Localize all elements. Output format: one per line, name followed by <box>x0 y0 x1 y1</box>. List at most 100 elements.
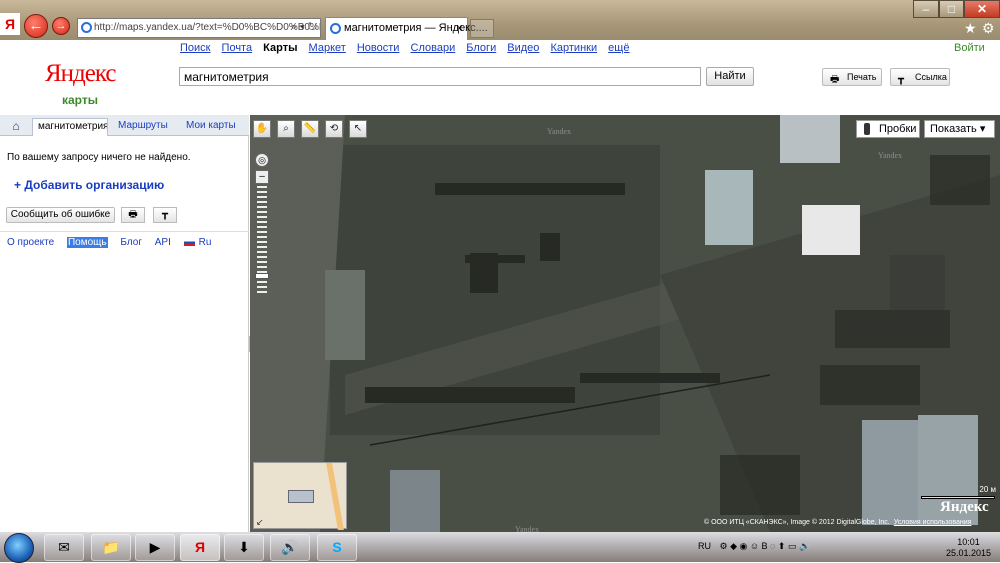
favorites-star-icon[interactable]: ★ <box>964 20 977 37</box>
report-error-button[interactable]: Сообщить об ошибке <box>6 207 115 223</box>
explorer-folder-icon[interactable]: 📁 <box>91 534 131 561</box>
divider <box>0 231 249 232</box>
help-link[interactable]: Помощь <box>66 237 108 248</box>
traffic-button[interactable]: Пробки <box>856 120 920 138</box>
find-button[interactable]: Найти <box>706 67 754 86</box>
address-controls[interactable]: ⌕ ▾ ↻ <box>291 21 317 34</box>
scale-bar: 20 м <box>921 485 996 499</box>
hand-icon[interactable]: ✋ <box>253 120 271 138</box>
route-icon[interactable]: ⟲ <box>325 120 343 138</box>
print-button[interactable]: 🖶 Печать <box>822 68 882 86</box>
logo-subtitle[interactable]: карты <box>62 93 98 107</box>
ruler-icon[interactable]: 📏 <box>301 120 319 138</box>
nav-market[interactable]: Маркет <box>309 42 346 54</box>
zoom-out-button[interactable]: – <box>255 170 269 184</box>
nav-images[interactable]: Картинки <box>550 42 597 54</box>
minimize-button[interactable]: – <box>913 0 939 18</box>
windows-taskbar: ✉ 📁 ▶ Я ⬇ 🔊 S RU ⚙ ◆ ◉ ☺ B ◌ ⬆ ▭ 🔊 10:01… <box>0 532 1000 563</box>
nav-mail[interactable]: Почта <box>222 42 253 54</box>
address-text: http://maps.yandex.ua/?text=%D0%BC%D0%B0… <box>94 22 320 33</box>
zoom-slider[interactable] <box>257 186 267 296</box>
api-link[interactable]: API <box>155 237 171 248</box>
link-label: Ссылка <box>915 72 947 82</box>
yandex-browser-icon: Я <box>0 13 20 35</box>
nav-blogs[interactable]: Блоги <box>466 42 496 54</box>
about-link[interactable]: О проекте <box>7 237 54 248</box>
ie-icon <box>81 22 92 33</box>
start-button[interactable] <box>4 533 34 563</box>
traffic-light-icon <box>864 123 870 135</box>
tab-title: магнитометрия — Яндекс.... <box>344 22 488 34</box>
link-icon: ┳ <box>898 74 905 85</box>
sidebar: ⌂ магнитометрия Маршруты Мои карты По ва… <box>0 115 249 532</box>
yandex-logo[interactable]: Яндекс <box>45 60 116 88</box>
browser-titlebar: Я ← → http://maps.yandex.ua/?text=%D0%BC… <box>0 0 1000 40</box>
scale-label: 20 м <box>979 485 996 494</box>
close-button[interactable]: ✕ <box>964 0 1000 18</box>
nav-dictionaries[interactable]: Словари <box>411 42 456 54</box>
back-button[interactable]: ← <box>24 14 48 38</box>
sidebar-footer: О проекте Помощь Блог API Ru <box>7 237 221 248</box>
nav-maps[interactable]: Карты <box>263 42 297 54</box>
magnifier-icon[interactable]: ⌕ <box>277 120 295 138</box>
media-player-icon[interactable]: ▶ <box>135 534 175 561</box>
show-layers-dropdown[interactable]: Показать ▾ <box>924 120 995 138</box>
clock[interactable]: 10:01 25.01.2015 <box>946 537 991 559</box>
clock-time: 10:01 <box>957 537 980 547</box>
tray-icons[interactable]: ⚙ ◆ ◉ ☺ B ◌ ⬆ ▭ 🔊 <box>720 541 811 552</box>
not-found-message: По вашему запросу ничего не найдено. <box>7 152 191 163</box>
nav-news[interactable]: Новости <box>357 42 400 54</box>
home-icon[interactable]: ⌂ <box>6 118 26 136</box>
map-watermark: Yandex <box>547 127 572 136</box>
satellite-imagery <box>250 115 1000 532</box>
overview-minimap[interactable]: ↙ <box>253 462 347 530</box>
map-copyright: © ООО ИТЦ «СКАНЭКС», Image © 2012 Digita… <box>704 519 971 526</box>
language-indicator[interactable]: RU <box>698 541 711 551</box>
tab-routes[interactable]: Маршруты <box>118 118 168 136</box>
mail-icon[interactable]: ✉ <box>44 534 84 561</box>
map-watermark: Yandex <box>878 151 903 160</box>
address-bar[interactable]: http://maps.yandex.ua/?text=%D0%BC%D0%B0… <box>77 18 321 38</box>
locate-icon[interactable]: ◎ <box>255 153 269 167</box>
traffic-label: Пробки <box>879 123 917 135</box>
speaker-app-icon[interactable]: 🔊 <box>270 534 310 561</box>
blog-link[interactable]: Блог <box>120 237 142 248</box>
login-link[interactable]: Войти <box>954 42 985 54</box>
satellite-map[interactable]: Yandex Yandex Yandex ✋ ⌕ 📏 ⟲ ↖ Пробки По… <box>250 115 1000 532</box>
tab-close-icon[interactable]: × <box>456 21 463 35</box>
browser-tab[interactable]: магнитометрия — Яндекс.... × <box>325 17 488 40</box>
zoom-slider-handle[interactable] <box>255 273 269 279</box>
sidebar-print-icon[interactable]: 🖶 <box>121 207 145 223</box>
nav-video[interactable]: Видео <box>507 42 539 54</box>
nav-search[interactable]: Поиск <box>180 42 210 54</box>
pointer-icon[interactable]: ↖ <box>349 120 367 138</box>
minimap-viewport[interactable] <box>288 490 314 503</box>
skype-icon[interactable]: S <box>317 534 357 561</box>
clock-date: 25.01.2015 <box>946 548 992 558</box>
terms-link[interactable]: Условия использования <box>894 519 972 526</box>
zoom-control: ◎ – <box>255 153 269 298</box>
logo-text: Яндекс <box>45 60 116 87</box>
system-tray: RU ⚙ ◆ ◉ ☺ B ◌ ⬆ ▭ 🔊 <box>698 541 816 552</box>
forward-button[interactable]: → <box>52 17 70 35</box>
minimap-resize-icon[interactable]: ↙ <box>256 517 264 528</box>
nav-more[interactable]: ещё <box>608 42 629 54</box>
search-input[interactable] <box>179 67 701 86</box>
new-tab-button[interactable] <box>470 19 494 38</box>
minimap-road <box>326 463 344 530</box>
download-manager-icon[interactable]: ⬇ <box>224 534 264 561</box>
sidebar-link-icon[interactable]: ┳ <box>153 207 177 223</box>
language-selector[interactable]: Ru <box>183 237 211 248</box>
maximize-button[interactable]: □ <box>939 0 964 18</box>
yandex-browser-task-icon[interactable]: Я <box>180 534 220 561</box>
map-logo: Яндекс <box>940 499 989 515</box>
copyright-text: © ООО ИТЦ «СКАНЭКС», Image © 2012 Digita… <box>704 519 890 526</box>
tab-my-maps[interactable]: Мои карты <box>186 118 236 136</box>
printer-icon: 🖶 <box>830 74 840 85</box>
top-nav: Поиск Почта Карты Маркет Новости Словари… <box>180 42 629 54</box>
ie-icon <box>330 23 341 34</box>
tab-search-results[interactable]: магнитометрия <box>32 118 108 136</box>
gear-icon[interactable]: ⚙ <box>982 20 995 37</box>
link-button[interactable]: ┳ Ссылка <box>890 68 950 86</box>
add-organization-link[interactable]: + Добавить организацию <box>14 178 164 192</box>
